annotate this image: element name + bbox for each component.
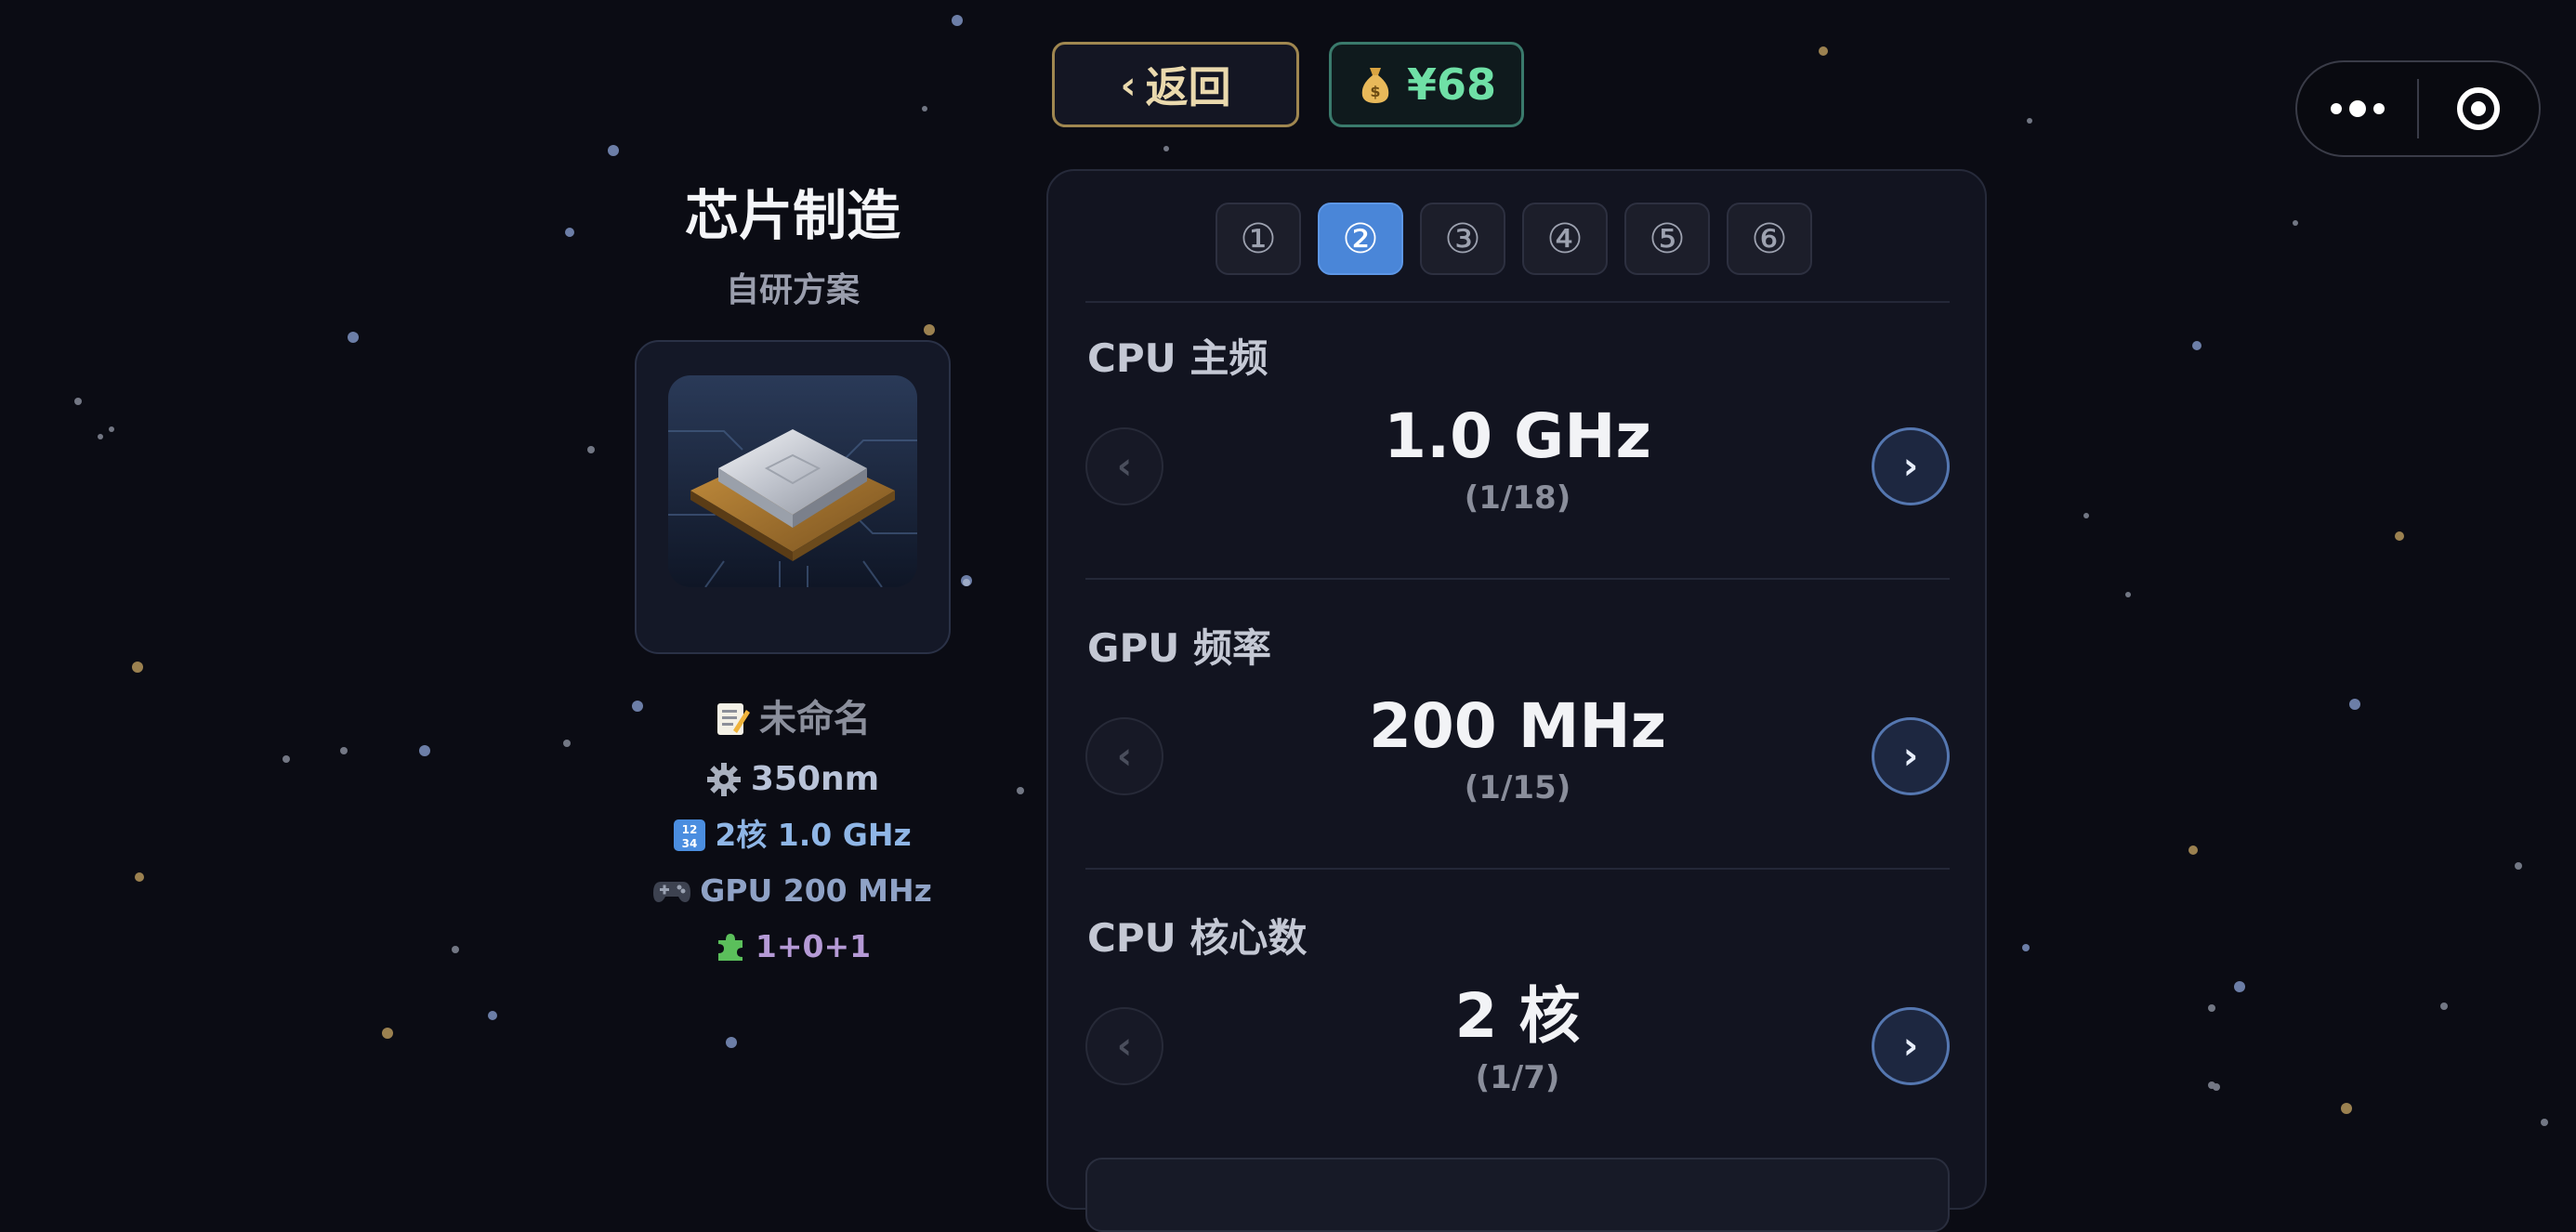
chip-cpu-row: 12 34 2核 1.0 GHz bbox=[595, 810, 991, 860]
chip-summary-column: 芯片制造 自研方案 未命名 350nm 12 34 2核 1.0 GHz GPU… bbox=[595, 167, 991, 972]
back-button[interactable]: ‹ 返回 bbox=[1052, 42, 1299, 127]
target-circle-icon[interactable] bbox=[2419, 62, 2539, 155]
chip-cpu-summary: 2核 1.0 GHz bbox=[715, 817, 912, 853]
chip-modules: 1+0+1 bbox=[755, 928, 872, 964]
param-label: GPU 频率 bbox=[1087, 625, 1271, 671]
next-section-card bbox=[1085, 1158, 1950, 1232]
svg-text:12: 12 bbox=[682, 823, 698, 836]
cpu-chip-image bbox=[668, 375, 917, 587]
more-dots-icon[interactable] bbox=[2297, 62, 2417, 155]
chip-image-card bbox=[635, 340, 951, 654]
param-value: 2 核 bbox=[1454, 980, 1581, 1052]
prev-button[interactable]: ‹ bbox=[1085, 1007, 1163, 1085]
mini-program-capsule bbox=[2295, 60, 2541, 157]
param-cpu-frequency: CPU 主频 1.0 GHz (1/18) ‹ › bbox=[1085, 331, 1950, 563]
param-cpu-cores: CPU 核心数 2 核 (1/7) ‹ › bbox=[1085, 911, 1950, 1143]
param-label: CPU 主频 bbox=[1087, 335, 1268, 381]
chip-gpu-row: GPU 200 MHz bbox=[595, 866, 991, 916]
section-divider bbox=[1085, 868, 1950, 870]
step-tab-1[interactable]: ① bbox=[1216, 203, 1301, 275]
chip-name: 未命名 bbox=[759, 698, 871, 741]
step-tab-6[interactable]: ⑥ bbox=[1727, 203, 1812, 275]
gamepad-icon bbox=[653, 882, 691, 902]
chip-name-row[interactable]: 未命名 bbox=[595, 693, 991, 745]
page-subtitle: 自研方案 bbox=[725, 271, 860, 309]
money-amount: ¥68 bbox=[1406, 59, 1497, 110]
back-button-label: 返回 bbox=[1145, 62, 1231, 112]
numbers-icon: 12 34 bbox=[674, 819, 706, 851]
prev-button[interactable]: ‹ bbox=[1085, 717, 1163, 795]
section-divider bbox=[1085, 301, 1950, 303]
next-button[interactable]: › bbox=[1872, 1007, 1950, 1085]
svg-text:$: $ bbox=[1370, 83, 1380, 100]
step-tab-4[interactable]: ④ bbox=[1522, 203, 1608, 275]
param-label: CPU 核心数 bbox=[1087, 915, 1308, 961]
money-balance-badge: $ ¥68 bbox=[1329, 42, 1524, 127]
step-tabs: ① ② ③ ④ ⑤ ⑥ bbox=[1216, 203, 1812, 275]
chip-process: 350nm bbox=[750, 760, 880, 798]
chip-modules-row: 1+0+1 bbox=[595, 922, 991, 972]
gear-icon bbox=[706, 763, 741, 796]
param-index: (1/15) bbox=[1464, 769, 1571, 806]
step-tab-2[interactable]: ② bbox=[1318, 203, 1403, 275]
page-title: 芯片制造 bbox=[684, 184, 900, 247]
svg-text:34: 34 bbox=[682, 837, 698, 850]
chip-gpu-summary: GPU 200 MHz bbox=[700, 872, 932, 909]
chip-process-row: 350nm bbox=[595, 754, 991, 805]
step-tab-3[interactable]: ③ bbox=[1420, 203, 1505, 275]
next-button[interactable]: › bbox=[1872, 717, 1950, 795]
step-tab-5[interactable]: ⑤ bbox=[1624, 203, 1710, 275]
puzzle-icon bbox=[717, 934, 743, 961]
chevron-left-icon: ‹ bbox=[1120, 61, 1137, 108]
memo-icon bbox=[717, 703, 750, 735]
param-value: 200 MHz bbox=[1368, 690, 1667, 762]
money-bag-icon: $ bbox=[1361, 68, 1389, 103]
next-button[interactable]: › bbox=[1872, 427, 1950, 505]
param-gpu-frequency: GPU 频率 200 MHz (1/15) ‹ › bbox=[1085, 621, 1950, 853]
param-index: (1/18) bbox=[1464, 479, 1571, 517]
param-index: (1/7) bbox=[1475, 1059, 1560, 1096]
section-divider bbox=[1085, 578, 1950, 580]
param-value: 1.0 GHz bbox=[1384, 400, 1651, 472]
prev-button[interactable]: ‹ bbox=[1085, 427, 1163, 505]
config-panel: ① ② ③ ④ ⑤ ⑥ CPU 主频 1.0 GHz (1/18) ‹ › GP… bbox=[1046, 169, 1987, 1232]
